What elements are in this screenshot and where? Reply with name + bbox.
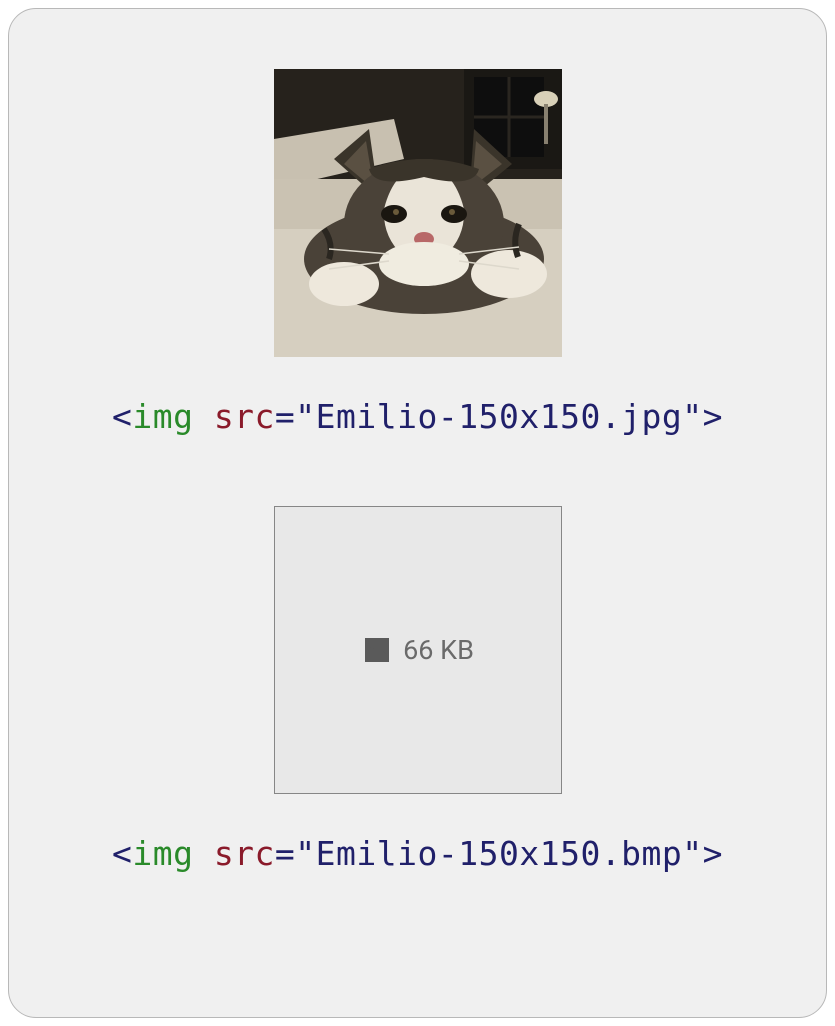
image-icon [361, 634, 393, 666]
quote-close: " [682, 397, 702, 436]
attr-value: Emilio-150x150.jpg [316, 397, 683, 436]
code-snippet-jpg: <img src="Emilio-150x150.jpg"> [112, 397, 723, 436]
bracket-open: < [112, 834, 132, 873]
example-bmp: 66 KB <img src="Emilio-150x150.bmp"> [49, 436, 786, 873]
attr-value: Emilio-150x150.bmp [316, 834, 683, 873]
equals-sign: = [275, 834, 295, 873]
equals-sign: = [275, 397, 295, 436]
tag-name: img [132, 834, 193, 873]
cat-photo [274, 69, 562, 357]
quote-close: " [682, 834, 702, 873]
example-panel: <img src="Emilio-150x150.jpg"> 66 KB <im… [8, 8, 827, 1018]
quote-open: " [295, 397, 315, 436]
example-jpg: <img src="Emilio-150x150.jpg"> [49, 69, 786, 436]
bracket-close: > [703, 834, 723, 873]
attr-name: src [214, 834, 275, 873]
bracket-open: < [112, 397, 132, 436]
quote-open: " [295, 834, 315, 873]
code-snippet-bmp: <img src="Emilio-150x150.bmp"> [112, 834, 723, 873]
bracket-close: > [703, 397, 723, 436]
image-placeholder: 66 KB [274, 506, 562, 794]
tag-name: img [132, 397, 193, 436]
attr-name: src [214, 397, 275, 436]
